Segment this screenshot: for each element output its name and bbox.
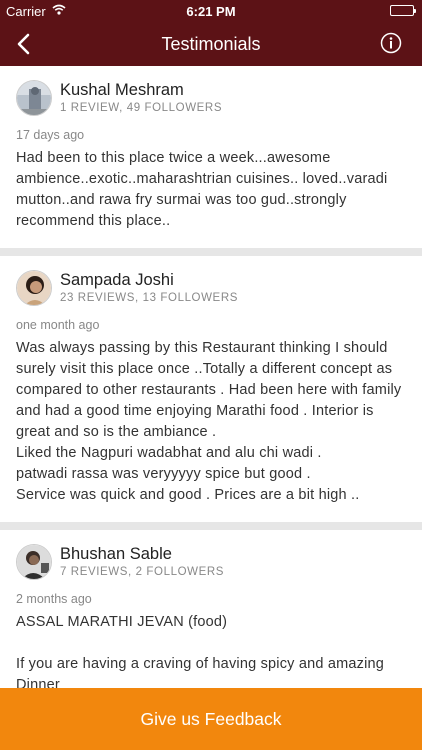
review-date: one month ago: [16, 318, 100, 332]
review-text: Had been to this place twice a week...aw…: [16, 150, 388, 229]
review-item: Sampada Joshi 23 REVIEWS, 13 FOLLOWERS o…: [0, 256, 422, 530]
feedback-button[interactable]: Give us Feedback: [0, 688, 422, 750]
battery-icon: [390, 5, 416, 16]
reviewer-name[interactable]: Bhushan Sable: [60, 545, 172, 564]
review-item: Bhushan Sable 7 REVIEWS, 2 FOLLOWERS 2 m…: [0, 530, 422, 688]
review-item: Kushal Meshram 1 REVIEW, 49 FOLLOWERS 17…: [0, 66, 422, 256]
info-button[interactable]: [380, 32, 402, 54]
reviews-list[interactable]: Kushal Meshram 1 REVIEW, 49 FOLLOWERS 17…: [0, 66, 422, 688]
navigation-bar: Testimonials: [0, 22, 422, 66]
reviewer-stats: 23 REVIEWS, 13 FOLLOWERS: [60, 292, 239, 304]
review-date: 2 months ago: [16, 592, 92, 606]
reviewer-name[interactable]: Sampada Joshi: [60, 271, 174, 290]
review-text: Was always passing by this Restaurant th…: [16, 340, 402, 503]
status-time: 6:21 PM: [186, 4, 236, 19]
status-bar: Carrier 6:21 PM: [0, 0, 422, 22]
info-icon: [380, 32, 402, 54]
avatar[interactable]: [16, 270, 52, 306]
reviewer-stats: 7 REVIEWS, 2 FOLLOWERS: [60, 566, 225, 578]
top-bar: Carrier 6:21 PM Testimonials: [0, 0, 422, 66]
page-title: Testimonials: [161, 34, 261, 54]
reviewer-stats: 1 REVIEW, 49 FOLLOWERS: [60, 102, 223, 114]
avatar[interactable]: [16, 80, 52, 116]
reviewer-name[interactable]: Kushal Meshram: [60, 81, 184, 100]
review-header: Kushal Meshram 1 REVIEW, 49 FOLLOWERS: [16, 80, 406, 120]
avatar[interactable]: [16, 544, 52, 580]
review-header: Bhushan Sable 7 REVIEWS, 2 FOLLOWERS: [16, 544, 406, 584]
review-text: ASSAL MARATHI JEVAN (food) If you are ha…: [16, 614, 385, 688]
review-header: Sampada Joshi 23 REVIEWS, 13 FOLLOWERS: [16, 270, 406, 310]
review-date: 17 days ago: [16, 128, 85, 142]
